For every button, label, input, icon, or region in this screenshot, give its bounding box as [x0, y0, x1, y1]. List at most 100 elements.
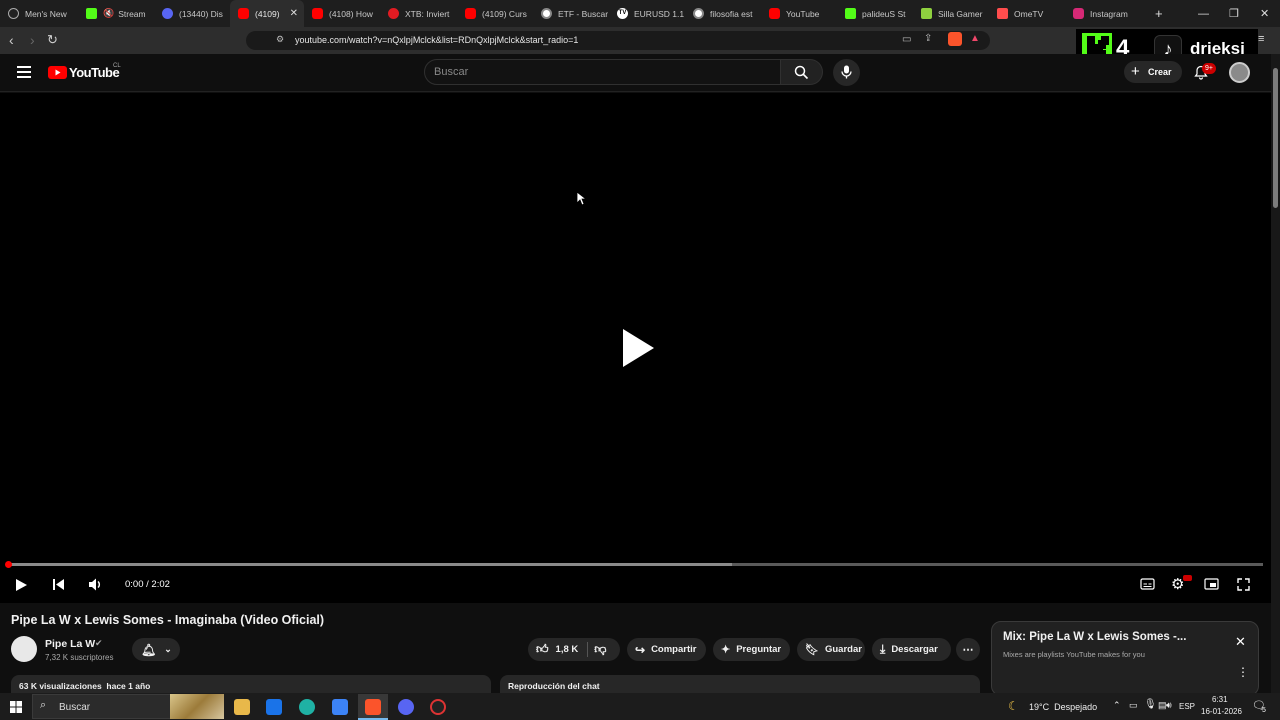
more-horizontal-icon: ⋯ — [962, 644, 974, 656]
weather-text[interactable]: 19°C Despejado — [1029, 702, 1097, 712]
clock-time[interactable]: 6:31 — [1212, 695, 1228, 704]
browser-tab[interactable]: Instagram — [1065, 0, 1141, 27]
plus-icon: + — [1131, 63, 1140, 80]
chevron-up-icon[interactable]: ⌃ — [1113, 700, 1121, 711]
windows-start-icon[interactable] — [10, 701, 22, 713]
site-info-icon[interactable]: ⚙ — [276, 34, 284, 45]
fullscreen-icon[interactable] — [1237, 578, 1250, 591]
youtube-icon — [465, 8, 476, 19]
volume-icon[interactable] — [88, 577, 102, 592]
close-mix-icon[interactable]: ✕ — [1235, 634, 1246, 650]
download-button[interactable]: ⤓ Descargar — [872, 638, 951, 661]
tab-title: filosofia est — [710, 8, 753, 19]
browser-tab-active[interactable]: (4109) ✕ — [230, 0, 304, 27]
forward-icon[interactable]: › — [30, 32, 35, 48]
muted-icon[interactable]: 🔇 — [103, 8, 114, 19]
like-icon[interactable]: 👍︎ — [536, 642, 549, 657]
edge-icon[interactable] — [299, 699, 315, 715]
channel-avatar[interactable] — [11, 636, 37, 662]
browser-tab[interactable]: (13440) Dis — [154, 0, 230, 27]
url-text[interactable]: youtube.com/watch?v=nQxlpjMclck&list=RDn… — [295, 35, 578, 45]
back-icon[interactable]: ‹ — [9, 32, 14, 48]
browser-tab[interactable]: palideuS St — [837, 0, 913, 27]
cast-icon[interactable]: ▭ — [902, 34, 911, 45]
microphone-tray-icon[interactable]: 🎙︎ — [1144, 699, 1157, 710]
share-label: Compartir — [651, 644, 697, 655]
more-actions-button[interactable]: ⋯ — [956, 638, 980, 661]
more-vertical-icon[interactable]: ⋮ — [1237, 665, 1249, 679]
browser-tab[interactable]: 🔇 Stream — [78, 0, 154, 27]
tab-title: Men's New — [25, 8, 67, 19]
browser-tab[interactable]: ETF - Buscar — [533, 0, 609, 27]
kick-icon — [86, 8, 97, 19]
obs-icon[interactable] — [430, 699, 446, 715]
outlook-icon[interactable] — [266, 699, 282, 715]
discord-icon — [162, 8, 173, 19]
youtube-logo-icon[interactable] — [48, 66, 67, 79]
browser-tab[interactable]: (4109) Curs — [457, 0, 533, 27]
brave-browser-icon[interactable] — [365, 699, 381, 715]
brave-rewards-icon[interactable]: ▲ — [970, 33, 980, 44]
new-tab-button[interactable]: + — [1155, 6, 1163, 21]
miniplayer-icon[interactable] — [1204, 578, 1219, 590]
mouse-cursor-icon — [576, 191, 586, 206]
discord-icon[interactable] — [398, 699, 414, 715]
close-tab-icon[interactable]: ✕ — [290, 8, 298, 19]
progress-scrubber[interactable] — [5, 561, 12, 568]
browser-tab[interactable]: TV EURUSD 1.1 — [609, 0, 685, 27]
share-icon[interactable]: ⇪ — [924, 33, 932, 44]
tab-title: Stream — [118, 8, 146, 19]
verified-icon: ✔ — [95, 638, 103, 648]
browser-tab[interactable]: Men's New — [0, 0, 78, 27]
file-explorer-icon[interactable] — [234, 699, 250, 715]
browser-tab[interactable]: YouTube — [761, 0, 837, 27]
browser-tab[interactable]: XTB: Inviert — [380, 0, 457, 27]
restore-button[interactable]: ❐ — [1229, 0, 1239, 27]
share-button[interactable]: ↪ Compartir — [627, 638, 706, 661]
clock-date[interactable]: 16-01-2026 — [1201, 707, 1242, 716]
big-play-icon[interactable] — [620, 327, 656, 369]
scrollbar-thumb[interactable] — [1273, 68, 1278, 208]
tradingview-icon: TV — [617, 8, 628, 19]
browser-tab[interactable]: OmeTV — [989, 0, 1065, 27]
speaker-icon[interactable]: 🔊︎ — [1166, 700, 1172, 711]
youtube-logo-text[interactable]: YouTube — [69, 65, 120, 80]
save-button[interactable]: 🔖︎ Guardar — [797, 638, 865, 661]
store-icon — [921, 8, 932, 19]
search-input[interactable] — [424, 59, 781, 85]
play-icon[interactable] — [15, 578, 28, 592]
browser-tab[interactable]: Silla Gamer — [913, 0, 989, 27]
subtitles-icon[interactable] — [1140, 578, 1155, 590]
previous-icon[interactable] — [52, 578, 65, 591]
browser-tab-strip: Men's New 🔇 Stream (13440) Dis (4109) ✕ … — [0, 0, 1280, 27]
tab-title: (4109) Curs — [482, 8, 527, 19]
google-icon — [693, 8, 704, 19]
battery-icon[interactable]: ▭ — [1129, 700, 1138, 711]
microphone-icon — [841, 65, 852, 79]
browser-tab[interactable]: filosofia est — [685, 0, 761, 27]
hamburger-menu-icon[interactable] — [17, 66, 31, 78]
channel-name[interactable]: Pipe La W — [45, 638, 95, 650]
ask-button[interactable]: ✦ Preguntar — [713, 638, 790, 661]
close-window-button[interactable]: ✕ — [1260, 0, 1269, 27]
mix-title: Mix: Pipe La W x Lewis Somes -... — [1003, 631, 1187, 643]
store-icon[interactable] — [332, 699, 348, 715]
kick-icon — [845, 8, 856, 19]
reload-icon[interactable]: ↻ — [47, 32, 58, 48]
notifications-badge: 9+ — [1202, 63, 1216, 74]
xtb-icon — [388, 8, 399, 19]
tab-title: Silla Gamer — [938, 8, 983, 19]
avatar[interactable] — [1229, 62, 1250, 83]
brave-shields-icon[interactable] — [948, 32, 962, 46]
language-indicator[interactable]: ESP — [1179, 702, 1195, 711]
minimize-button[interactable]: — — [1198, 0, 1209, 27]
region-code: CL — [113, 63, 121, 69]
youtube-icon — [769, 8, 780, 19]
tab-title: (4108) How — [329, 8, 373, 19]
dislike-icon[interactable]: 👎︎ — [594, 642, 606, 657]
browser-tab[interactable]: (4108) How — [304, 0, 380, 27]
browser-menu-icon[interactable]: ≡ — [1258, 33, 1264, 45]
tab-title: XTB: Inviert — [405, 8, 450, 19]
subscription-bell-button[interactable]: 🔔︎ ⌄ — [132, 638, 180, 661]
like-count[interactable]: 1,8 K — [556, 644, 579, 655]
